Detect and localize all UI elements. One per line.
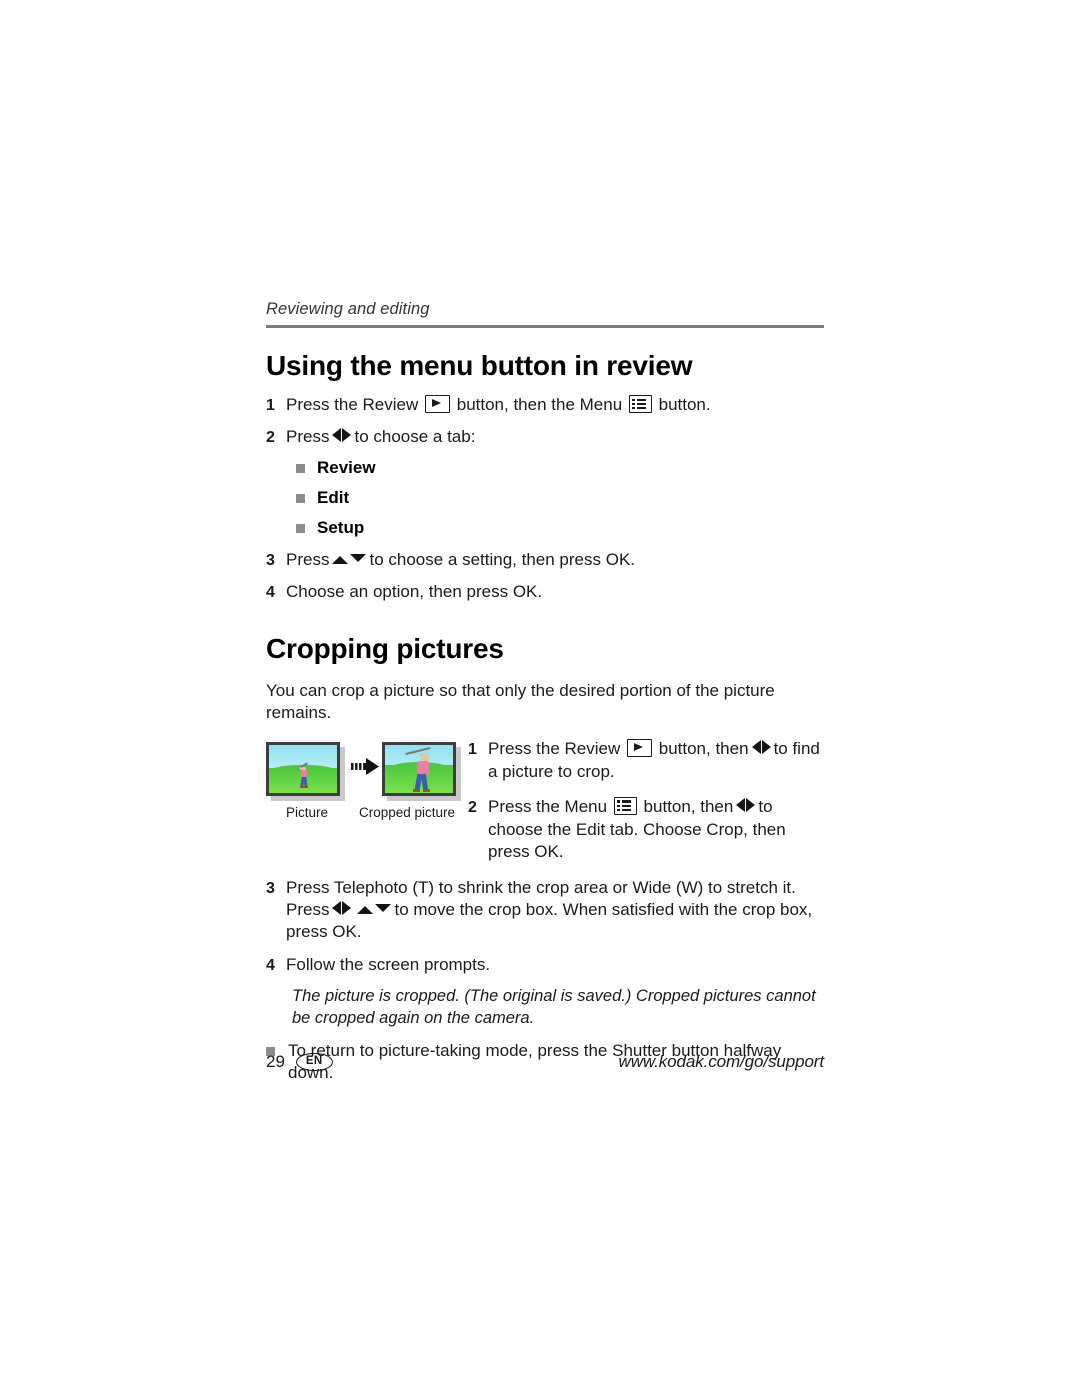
step-text-part: button, then: [643, 797, 734, 817]
step-text-part: to choose a setting, then press OK.: [369, 550, 636, 570]
crop-steps-lower: 3 Press Telephoto (T) to shrink the crop…: [266, 877, 824, 977]
step-item: 1 Press the Review button, then to find a…: [468, 738, 824, 783]
cropping-intro: You can crop a picture so that only the …: [266, 680, 824, 725]
menu-button-icon: [628, 395, 652, 414]
step-text-part: Press: [286, 426, 330, 446]
step-text-part: Press: [286, 900, 330, 920]
tab-label: Setup: [317, 518, 365, 538]
step-number: 4: [266, 956, 275, 974]
page-footer: 29 EN www.kodak.com/go/support: [266, 1052, 824, 1072]
cropping-intro-text: You can crop a picture so that only the …: [266, 680, 775, 722]
step-number: 4: [266, 583, 275, 601]
camera-screen-cropped: [382, 742, 456, 797]
camera-screen-original: [266, 742, 340, 797]
menu-button-icon: [613, 797, 637, 816]
step-item: 1 Press the Review button, then the Menu…: [266, 394, 824, 416]
step-text: Choose an option, then press OK.: [286, 581, 543, 601]
step-number: 2: [266, 428, 275, 446]
page-content: Reviewing and editing Using the menu but…: [266, 300, 824, 1094]
left-right-arrows-icon: [751, 739, 771, 758]
crop-figure-row: [266, 742, 466, 797]
square-bullet-icon: [296, 524, 305, 534]
cropped-picture-thumb: [382, 742, 464, 797]
square-bullet-icon: [296, 464, 305, 474]
step-item: 3 Press to choose a setting, then press O…: [266, 549, 824, 571]
crop-steps: 1 Press the Review button, then to find a…: [468, 738, 824, 863]
step-text: Press to choose a setting, then press OK.: [286, 549, 824, 571]
menu-button-steps: 1 Press the Review button, then the Menu…: [266, 394, 824, 448]
step-text: Press the Menu button, then to choose the…: [488, 796, 824, 863]
step-text-part: Press the Review: [286, 395, 419, 415]
step-text: Press the Review button, then the Menu b…: [286, 394, 824, 416]
caption-cropped: Cropped picture: [358, 805, 456, 821]
step-item: 4 Follow the screen prompts.: [266, 954, 824, 976]
golfer-shoe-right: [423, 789, 430, 793]
tab-list-item-setup: Setup: [296, 517, 824, 539]
header-rule: [266, 325, 824, 329]
step-text-part: button, then: [658, 739, 749, 759]
step-text-part: Press the Menu: [488, 797, 608, 817]
left-right-arrows-icon: [332, 427, 352, 446]
step-text-part: to choose a tab:: [354, 426, 476, 446]
square-bullet-icon: [296, 494, 305, 504]
page-number: 29: [266, 1052, 285, 1071]
up-down-arrows-icon: [332, 550, 367, 569]
running-header: Reviewing and editing: [266, 300, 430, 318]
step-text-part: button, then the Menu: [456, 395, 623, 415]
figure-captions: Picture Cropped picture: [266, 805, 466, 821]
tab-list: Review Edit Setup: [266, 457, 824, 539]
tab-list-item-review: Review: [296, 457, 824, 479]
step-text-part: Press Telephoto (T) to shrink the crop a…: [286, 877, 796, 897]
step-item: 2 Press the Menu button, then to choose t…: [468, 796, 824, 863]
step-text: Press to choose a tab:: [286, 426, 824, 448]
tab-label: Review: [317, 458, 376, 478]
golfer-shoe-right: [304, 786, 308, 789]
golfer-shoe-left: [413, 789, 420, 793]
section-title-cropping: Cropping pictures: [266, 633, 504, 665]
step-number: 2: [468, 799, 477, 817]
left-right-arrows-icon: [736, 797, 756, 816]
footer-left: 29 EN: [266, 1052, 333, 1072]
cropping-figure-and-steps: Picture Cropped picture 1 Press the Revi…: [266, 738, 824, 863]
section-title-menu-button: Using the menu button in review: [266, 350, 693, 382]
up-down-arrows-icon: [357, 900, 392, 919]
step-item: 3 Press Telephoto (T) to shrink the crop…: [266, 877, 824, 944]
menu-button-steps-after: 3 Press to choose a setting, then press O…: [266, 549, 824, 603]
right-arrow-icon: [348, 757, 382, 775]
step-item: 4 Choose an option, then press OK.: [266, 581, 824, 603]
step-text-part: Press the Review: [488, 739, 621, 759]
step-text: Press Telephoto (T) to shrink the crop a…: [286, 877, 824, 944]
step-item: 2 Press to choose a tab:: [266, 426, 824, 448]
step-text-part: Press: [286, 550, 330, 570]
step-number: 3: [266, 552, 275, 570]
step-text: Press the Review button, then to find a p…: [488, 738, 824, 783]
step-number: 3: [266, 879, 275, 897]
left-right-arrows-icon: [332, 900, 352, 919]
language-badge: EN: [295, 1052, 333, 1072]
tab-label: Edit: [317, 488, 350, 508]
original-picture-thumb: [266, 742, 348, 797]
support-url: www.kodak.com/go/support: [618, 1052, 825, 1071]
step-number: 1: [468, 741, 477, 759]
step-text-part: button.: [658, 395, 711, 415]
step-text: Follow the screen prompts.: [286, 954, 491, 974]
step-number: 1: [266, 397, 275, 415]
manual-page: Reviewing and editing Using the menu but…: [0, 0, 1080, 1397]
crop-result-note: The picture is cropped. (The original is…: [292, 987, 816, 1028]
tab-list-item-edit: Edit: [296, 487, 824, 509]
crop-figure: Picture Cropped picture: [266, 742, 466, 821]
caption-original: Picture: [285, 805, 329, 821]
review-button-icon: [425, 395, 451, 414]
review-button-icon: [627, 739, 653, 758]
